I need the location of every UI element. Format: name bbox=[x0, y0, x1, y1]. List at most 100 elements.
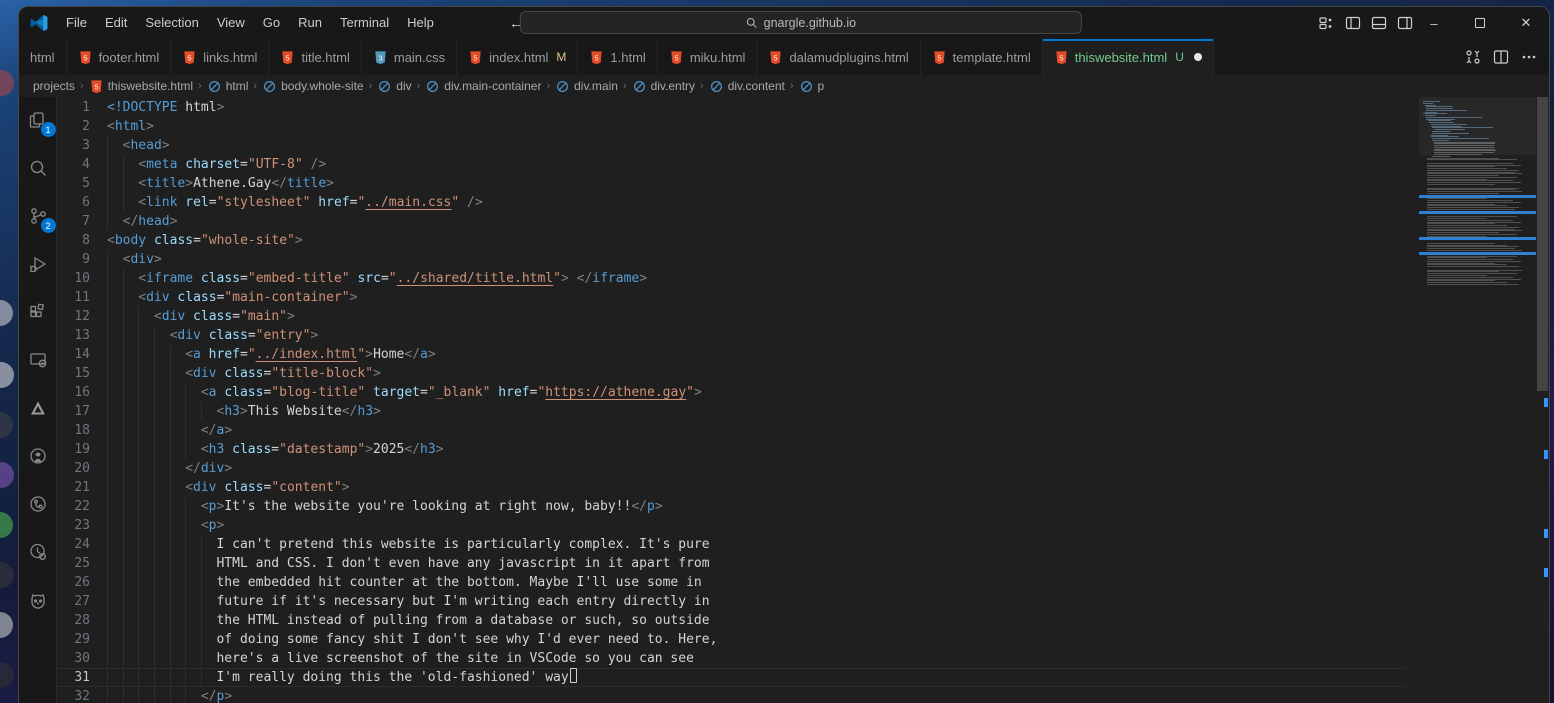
toggle-primary-sidebar-icon[interactable] bbox=[1345, 15, 1361, 31]
activity-run-debug-icon[interactable] bbox=[24, 251, 52, 277]
breadcrumb-item-thiswebsite.html[interactable]: 5thiswebsite.html bbox=[89, 79, 193, 94]
tab-title.html[interactable]: 5title.html bbox=[269, 39, 361, 75]
breadcrumb-label: thiswebsite.html bbox=[108, 79, 193, 93]
code-line-11[interactable]: 11<div class="main-container"> bbox=[57, 288, 1406, 307]
code-line-5[interactable]: 5<title>Athene.Gay</title> bbox=[57, 174, 1406, 193]
indent-guide bbox=[123, 668, 139, 687]
tab-dalamudplugins.html[interactable]: 5dalamudplugins.html bbox=[757, 39, 920, 75]
split-editor-icon[interactable] bbox=[1493, 49, 1509, 65]
code-line-28[interactable]: 28the HTML instead of pulling from a dat… bbox=[57, 611, 1406, 630]
tab-main.css[interactable]: 3main.css bbox=[362, 39, 457, 75]
scrollbar-thumb[interactable] bbox=[1537, 97, 1548, 391]
activity-godot-icon[interactable] bbox=[24, 587, 52, 613]
html-file-icon: 5 bbox=[589, 50, 604, 65]
code-line-32[interactable]: 32</p> bbox=[57, 687, 1406, 703]
code-line-20[interactable]: 20</div> bbox=[57, 459, 1406, 478]
tab-1.html[interactable]: 51.html bbox=[578, 39, 657, 75]
tab-thiswebsite.html[interactable]: 5thiswebsite.htmlU bbox=[1043, 39, 1214, 75]
code-line-10[interactable]: 10<iframe class="embed-title" src="../sh… bbox=[57, 269, 1406, 288]
menu-selection[interactable]: Selection bbox=[136, 8, 207, 38]
menu-edit[interactable]: Edit bbox=[96, 8, 136, 38]
code-editor[interactable]: 1<!DOCTYPE html>2<html>3<head>4<meta cha… bbox=[57, 97, 1549, 703]
breadcrumb-item-div.content[interactable]: div.content bbox=[709, 79, 785, 94]
unsaved-dot-icon[interactable] bbox=[1194, 53, 1202, 61]
minimap[interactable] bbox=[1419, 97, 1536, 703]
html-symbol-icon bbox=[799, 79, 814, 94]
code-token: "stylesheet" bbox=[217, 195, 311, 210]
menu-go[interactable]: Go bbox=[254, 8, 289, 38]
indent-guide bbox=[138, 516, 154, 535]
menu-view[interactable]: View bbox=[208, 8, 254, 38]
breadcrumb-item-html[interactable]: html bbox=[207, 79, 249, 94]
breadcrumb-item-div[interactable]: div bbox=[377, 79, 411, 94]
minimize-button[interactable]: – bbox=[1411, 7, 1457, 39]
customize-layout-icon[interactable] bbox=[1319, 15, 1335, 31]
activity-remote-explorer-icon[interactable] bbox=[24, 347, 52, 373]
code-line-3[interactable]: 3<head> bbox=[57, 136, 1406, 155]
code-line-7[interactable]: 7</head> bbox=[57, 212, 1406, 231]
tab-index.html[interactable]: 5index.htmlM bbox=[457, 39, 578, 75]
activity-triangle-logo-icon[interactable] bbox=[24, 395, 52, 421]
code-line-24[interactable]: 24I can't pretend this website is partic… bbox=[57, 535, 1406, 554]
code-line-30[interactable]: 30here's a live screenshot of the site i… bbox=[57, 649, 1406, 668]
activity-explorer-icon[interactable]: 1 bbox=[24, 107, 52, 133]
code-line-18[interactable]: 18</a> bbox=[57, 421, 1406, 440]
menu-file[interactable]: File bbox=[57, 8, 96, 38]
code-line-16[interactable]: 16<a class="blog-title" target="_blank" … bbox=[57, 383, 1406, 402]
code-line-27[interactable]: 27future if it's necessary but I'm writi… bbox=[57, 592, 1406, 611]
indent-guide bbox=[107, 364, 123, 383]
breadcrumb-item-projects[interactable]: projects bbox=[33, 79, 75, 93]
activity-gitlens-icon[interactable] bbox=[24, 539, 52, 565]
activity-github-icon[interactable] bbox=[24, 443, 52, 469]
menu-help[interactable]: Help bbox=[398, 8, 443, 38]
breadcrumb-item-div.main-container[interactable]: div.main-container bbox=[425, 79, 541, 94]
code-line-content: </p> bbox=[107, 687, 1406, 703]
code-line-22[interactable]: 22<p>It's the website you're looking at … bbox=[57, 497, 1406, 516]
code-line-12[interactable]: 12<div class="main"> bbox=[57, 307, 1406, 326]
code-line-9[interactable]: 9<div> bbox=[57, 250, 1406, 269]
close-button[interactable]: ✕ bbox=[1503, 7, 1549, 39]
tab-miku.html[interactable]: 5miku.html bbox=[658, 39, 758, 75]
code-line-8[interactable]: 8<body class="whole-site"> bbox=[57, 231, 1406, 250]
indent-guide bbox=[107, 478, 123, 497]
code-line-19[interactable]: 19<h3 class="datestamp">2025</h3> bbox=[57, 440, 1406, 459]
code-line-4[interactable]: 4<meta charset="UTF-8" /> bbox=[57, 155, 1406, 174]
toggle-panel-icon[interactable] bbox=[1371, 15, 1387, 31]
editor-scrollbar[interactable] bbox=[1536, 97, 1549, 703]
breadcrumb-item-div.main[interactable]: div.main bbox=[555, 79, 618, 94]
breadcrumb-item-p[interactable]: p bbox=[799, 79, 825, 94]
more-actions-icon[interactable] bbox=[1521, 49, 1537, 65]
code-line-6[interactable]: 6<link rel="stylesheet" href="../main.cs… bbox=[57, 193, 1406, 212]
maximize-button[interactable] bbox=[1457, 7, 1503, 39]
code-line-31[interactable]: 31I'm really doing this the 'old-fashion… bbox=[57, 668, 1406, 687]
code-line-17[interactable]: 17<h3>This Website</h3> bbox=[57, 402, 1406, 421]
code-line-21[interactable]: 21<div class="content"> bbox=[57, 478, 1406, 497]
activity-git-graph-icon[interactable] bbox=[24, 491, 52, 517]
code-token: div bbox=[162, 309, 185, 324]
menu-run[interactable]: Run bbox=[289, 8, 331, 38]
activity-extensions-icon[interactable] bbox=[24, 299, 52, 325]
code-line-25[interactable]: 25HTML and CSS. I don't even have any ja… bbox=[57, 554, 1406, 573]
code-token: " bbox=[389, 271, 397, 286]
tab-template.html[interactable]: 5template.html bbox=[921, 39, 1043, 75]
code-line-content: I can't pretend this website is particul… bbox=[107, 535, 1406, 554]
breadcrumb-item-body.whole-site[interactable]: body.whole-site bbox=[262, 79, 364, 94]
tab-label: footer.html bbox=[99, 50, 160, 65]
menu-terminal[interactable]: Terminal bbox=[331, 8, 398, 38]
code-line-2[interactable]: 2<html> bbox=[57, 117, 1406, 136]
tab-footer.html[interactable]: 5footer.html bbox=[67, 39, 172, 75]
code-line-1[interactable]: 1<!DOCTYPE html> bbox=[57, 98, 1406, 117]
activity-source-control-icon[interactable]: 2 bbox=[24, 203, 52, 229]
breadcrumb-item-div.entry[interactable]: div.entry bbox=[632, 79, 695, 94]
tab-links.html[interactable]: 5links.html bbox=[171, 39, 269, 75]
code-line-23[interactable]: 23<p> bbox=[57, 516, 1406, 535]
tab-html[interactable]: html bbox=[19, 39, 67, 75]
code-line-29[interactable]: 29of doing some fancy shit I don't see w… bbox=[57, 630, 1406, 649]
activity-search-icon[interactable] bbox=[24, 155, 52, 181]
command-center-search[interactable]: gnargle.github.io bbox=[520, 11, 1082, 34]
compare-changes-icon[interactable] bbox=[1465, 49, 1481, 65]
code-line-13[interactable]: 13<div class="entry"> bbox=[57, 326, 1406, 345]
code-line-14[interactable]: 14<a href="../index.html">Home</a> bbox=[57, 345, 1406, 364]
code-line-15[interactable]: 15<div class="title-block"> bbox=[57, 364, 1406, 383]
code-line-26[interactable]: 26the embedded hit counter at the bottom… bbox=[57, 573, 1406, 592]
